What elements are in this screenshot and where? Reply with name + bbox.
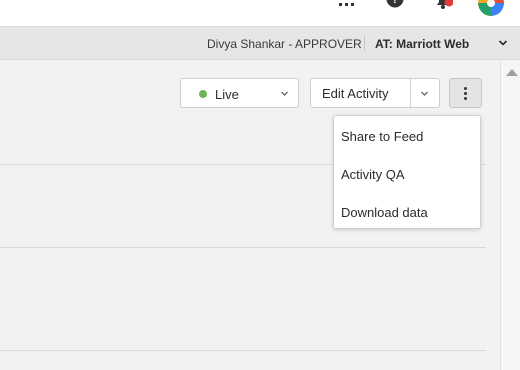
divider bbox=[0, 247, 486, 248]
chevron-down-icon[interactable] bbox=[420, 89, 429, 98]
current-user: Divya Shankar - APPROVER bbox=[207, 37, 362, 51]
status-label: Live bbox=[215, 87, 239, 102]
bell-icon[interactable] bbox=[433, 0, 453, 10]
help-icon[interactable]: ? bbox=[386, 0, 404, 8]
divider bbox=[410, 79, 411, 107]
scrollbar[interactable] bbox=[500, 60, 520, 370]
more-vertical-icon bbox=[464, 92, 467, 95]
divider bbox=[364, 35, 365, 51]
menu-item-label: Share to Feed bbox=[341, 129, 424, 144]
status-dropdown[interactable]: Live bbox=[180, 78, 299, 108]
avatar[interactable] bbox=[478, 0, 504, 16]
divider bbox=[0, 350, 486, 351]
actions-menu: Share to Feed Activity QA Download data bbox=[333, 115, 481, 229]
edit-activity-button[interactable]: Edit Activity bbox=[310, 78, 440, 108]
account-selector[interactable]: AT: Marriott Web bbox=[375, 37, 469, 51]
chevron-down-icon bbox=[281, 91, 288, 96]
scroll-up-arrow-icon[interactable] bbox=[506, 69, 518, 76]
menu-item-share-to-feed[interactable]: Share to Feed bbox=[334, 119, 480, 153]
more-actions-button[interactable] bbox=[449, 78, 482, 108]
more-vertical-icon bbox=[464, 97, 467, 100]
grid-icon[interactable] bbox=[338, 0, 356, 8]
more-vertical-icon bbox=[464, 87, 467, 90]
menu-item-label: Activity QA bbox=[341, 167, 405, 182]
svg-text:?: ? bbox=[392, 0, 399, 6]
global-header: ? bbox=[0, 0, 520, 27]
menu-item-activity-qa[interactable]: Activity QA bbox=[334, 157, 480, 191]
context-bar: Divya Shankar - APPROVER AT: Marriott We… bbox=[0, 27, 520, 60]
menu-item-download-data[interactable]: Download data bbox=[334, 195, 480, 229]
menu-item-label: Download data bbox=[341, 205, 428, 220]
chevron-down-icon[interactable] bbox=[498, 38, 508, 48]
status-dot-icon bbox=[199, 90, 207, 98]
edit-activity-label: Edit Activity bbox=[322, 86, 389, 101]
